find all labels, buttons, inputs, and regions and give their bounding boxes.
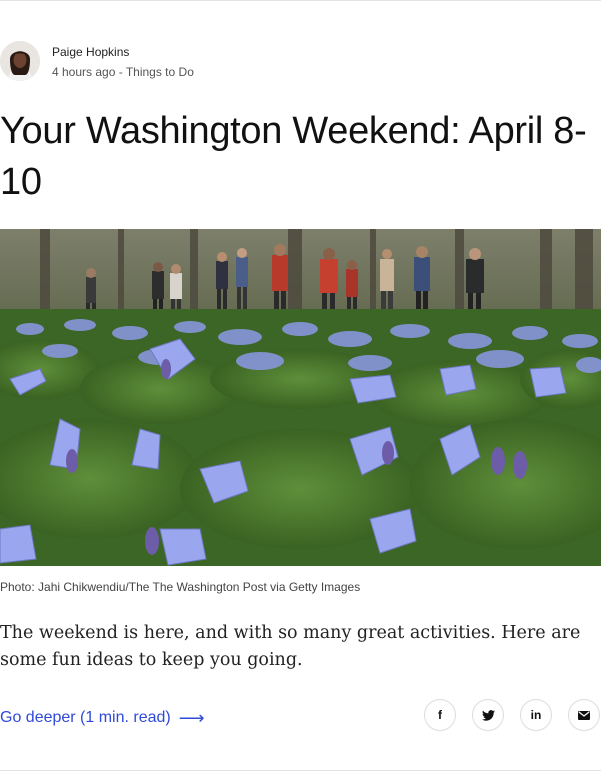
bluebells-photo bbox=[0, 229, 601, 566]
author-name[interactable]: Paige Hopkins bbox=[52, 45, 129, 59]
author-avatar-image bbox=[0, 41, 40, 81]
twitter-icon bbox=[481, 709, 495, 721]
article-title: Your Washington Weekend: April 8-10 bbox=[0, 110, 587, 203]
facebook-icon: f bbox=[438, 708, 442, 722]
go-deeper-link[interactable]: Go deeper (1 min. read) ⟶ bbox=[0, 706, 205, 730]
go-deeper-label: Go deeper (1 min. read) bbox=[0, 709, 171, 726]
share-facebook-button[interactable]: f bbox=[424, 699, 456, 731]
share-twitter-button[interactable] bbox=[472, 699, 504, 731]
article-photo bbox=[0, 229, 601, 566]
post-meta: 4 hours ago - Things to Do bbox=[52, 65, 194, 79]
share-email-button[interactable] bbox=[568, 699, 600, 731]
byline: Paige Hopkins 4 hours ago - Things to Do bbox=[0, 41, 400, 81]
email-icon bbox=[578, 710, 590, 720]
bottom-divider bbox=[0, 770, 601, 771]
article-summary: The weekend is here, and with so many gr… bbox=[0, 623, 581, 670]
avatar[interactable] bbox=[0, 41, 40, 81]
linkedin-icon: in bbox=[530, 708, 542, 722]
top-divider bbox=[0, 0, 601, 1]
arrow-right-icon: ⟶ bbox=[178, 708, 205, 728]
photo-caption: Photo: Jahi Chikwendiu/The The Washingto… bbox=[0, 580, 361, 594]
share-linkedin-button[interactable]: in bbox=[520, 699, 552, 731]
